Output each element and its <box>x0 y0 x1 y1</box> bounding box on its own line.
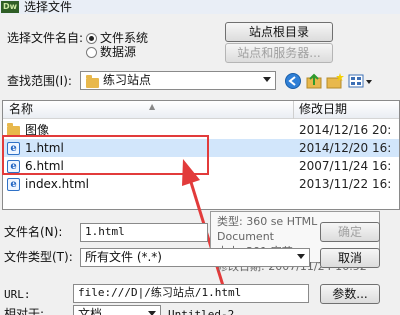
site-server-button[interactable]: 站点和服务器... <box>225 43 333 63</box>
html-file-icon: e <box>7 178 20 191</box>
relative-label: 相对于: <box>4 307 45 315</box>
filetype-label: 文件类型(T): <box>4 250 73 264</box>
column-divider[interactable] <box>293 101 294 119</box>
chevron-down-icon <box>297 254 305 259</box>
new-folder-icon[interactable] <box>326 72 344 90</box>
filesystem-radio-label: 文件系统 <box>100 31 149 45</box>
window-title: 选择文件 <box>24 0 73 14</box>
source-label: 选择文件名自: <box>7 31 84 45</box>
filetype-dropdown[interactable]: 所有文件 (*.*) <box>80 248 310 267</box>
relative-dropdown[interactable]: 文档 <box>73 305 161 315</box>
highlight-box <box>2 135 209 175</box>
title-bar: Dw 选择文件 <box>0 0 400 14</box>
chevron-down-icon <box>263 77 271 82</box>
lookin-value: 练习站点 <box>103 73 152 87</box>
ok-button[interactable]: 确定 <box>320 222 380 242</box>
select-file-dialog: 选择文件名自: 文件系统 数据源 站点根目录 站点和服务器... 查找范围(I)… <box>0 14 400 315</box>
view-menu-icon[interactable] <box>348 72 374 90</box>
filename-input[interactable]: 1.html <box>80 223 208 242</box>
up-folder-icon[interactable] <box>305 72 323 90</box>
site-root-button[interactable]: 站点根目录 <box>225 22 333 42</box>
url-input[interactable]: file:///D|/练习站点/1.html <box>73 284 309 303</box>
file-name: index.html <box>25 177 89 191</box>
column-date-header[interactable]: 修改日期 <box>299 102 347 117</box>
lookin-label: 查找范围(I): <box>7 74 72 88</box>
sort-up-icon: ▲ <box>149 102 156 111</box>
list-header: 名称 ▲ 修改日期 <box>3 101 399 119</box>
file-date: 2014/12/16 20: <box>299 123 392 137</box>
filetype-value: 所有文件 (*.*) <box>85 250 162 264</box>
chevron-down-icon <box>148 311 156 315</box>
file-date: 2013/11/22 16: <box>299 177 392 191</box>
dreamweaver-app-icon: Dw <box>1 1 19 13</box>
back-icon[interactable] <box>284 72 302 90</box>
url-label: URL: <box>4 288 31 301</box>
file-date: 2014/12/20 16: <box>299 141 392 155</box>
column-name-header[interactable]: 名称 <box>9 102 33 117</box>
cancel-button[interactable]: 取消 <box>320 248 380 268</box>
filename-label: 文件名(N): <box>4 225 63 239</box>
list-item[interactable]: e index.html 2013/11/22 16: <box>3 175 399 193</box>
file-date: 2007/11/24 16: <box>299 159 392 173</box>
filesystem-radio[interactable] <box>86 33 97 44</box>
parameters-button[interactable]: 参数... <box>320 284 380 304</box>
lookin-toolbar <box>282 69 400 93</box>
relative-value: 文档 <box>78 307 103 315</box>
folder-icon <box>86 75 99 88</box>
datasource-radio-label: 数据源 <box>100 45 137 59</box>
datasource-radio[interactable] <box>86 47 97 58</box>
document-name: Untitled-2 <box>168 308 235 315</box>
lookin-dropdown[interactable]: 练习站点 <box>80 71 276 90</box>
